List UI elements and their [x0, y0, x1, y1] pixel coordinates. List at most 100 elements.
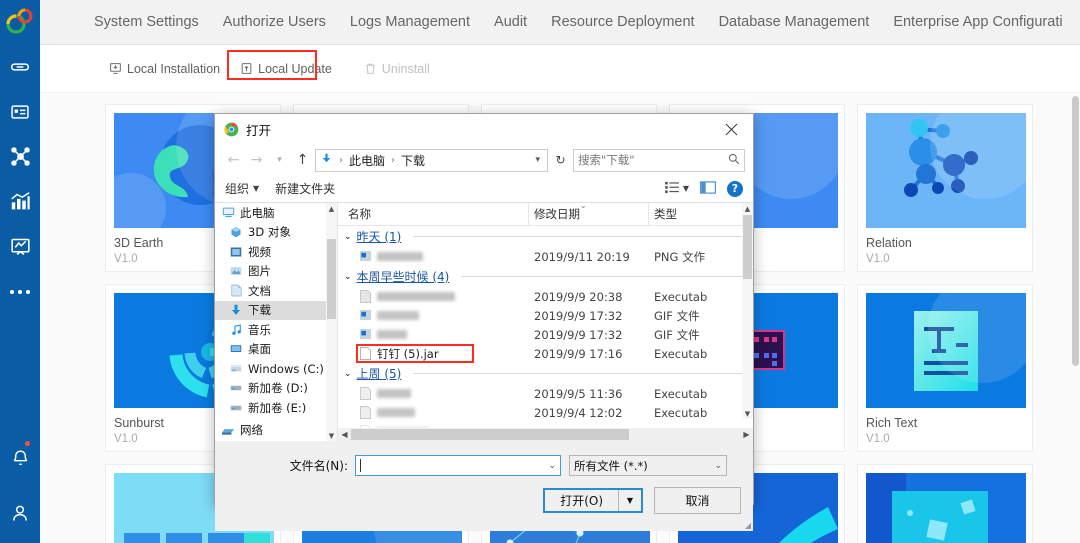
- open-dropdown-icon[interactable]: ▼: [618, 490, 641, 511]
- sidebar-item-cards[interactable]: [0, 89, 40, 134]
- file-name-blurred: [377, 408, 415, 417]
- tree-item-label: Windows (C:): [248, 361, 324, 376]
- tree-item-downloads[interactable]: 下载: [215, 300, 337, 320]
- up-icon[interactable]: ↑: [292, 150, 313, 171]
- file-list-hscrollbar[interactable]: ◀ ▶: [338, 428, 753, 441]
- file-row-selected[interactable]: 钉钉 (5).jar 2019/9/9 17:16 Executab: [338, 344, 753, 363]
- grid-scrollbar[interactable]: [1071, 92, 1080, 543]
- tab-resource-deployment[interactable]: Resource Deployment: [551, 0, 694, 44]
- open-button[interactable]: 打开(O) ▼: [543, 488, 643, 513]
- resize-grip[interactable]: ◢: [745, 521, 751, 530]
- app-card[interactable]: [857, 464, 1033, 543]
- tree-item-documents[interactable]: 文档: [215, 281, 337, 301]
- sidebar-item-dashboard[interactable]: [0, 224, 40, 269]
- local-installation-button[interactable]: Local Installation: [102, 58, 227, 80]
- column-header-date[interactable]: ⌄ 修改日期: [528, 203, 654, 225]
- breadcrumb-root[interactable]: 此电脑: [349, 152, 385, 169]
- file-type-filter-value: 所有文件 (*.*): [574, 458, 648, 473]
- app-card-version: V1.0: [866, 433, 890, 445]
- recent-locations-icon[interactable]: ▾: [269, 150, 290, 171]
- tree-scroll-down-icon[interactable]: ▼: [326, 430, 337, 441]
- file-name-cell: [338, 309, 534, 322]
- help-icon[interactable]: ?: [727, 180, 743, 197]
- tab-enterprise-app-configuration[interactable]: Enterprise App Configurati: [893, 0, 1062, 44]
- tree-item-music[interactable]: 音乐: [215, 320, 337, 340]
- file-row[interactable]: 2019/9/9 20:38 Executab: [338, 287, 753, 306]
- uninstall-button[interactable]: Uninstall: [357, 58, 437, 80]
- tree-item-drive-d[interactable]: 新加卷 (D:): [215, 379, 337, 399]
- tree-scrollbar[interactable]: ▲ ▼: [326, 203, 337, 441]
- tab-system-settings[interactable]: System Settings: [94, 0, 199, 44]
- sidebar-item-network[interactable]: [0, 134, 40, 179]
- file-row[interactable]: 2019/9/5 11:36 Executab: [338, 384, 753, 403]
- tree-scrollbar-thumb[interactable]: [327, 239, 336, 319]
- hscroll-left-icon[interactable]: ◀: [338, 430, 351, 439]
- chevron-down-icon[interactable]: ⌄: [344, 272, 352, 282]
- tree-item-3d-objects[interactable]: 3D 对象: [215, 223, 337, 243]
- file-group-header[interactable]: ⌄ 上周 (5): [338, 363, 753, 384]
- view-mode-button[interactable]: ▼: [664, 181, 689, 196]
- tree-scroll-up-icon[interactable]: ▲: [326, 203, 337, 214]
- new-folder-button[interactable]: 新建文件夹: [275, 180, 335, 197]
- sidebar-item-more[interactable]: [0, 269, 40, 314]
- tree-item-pictures[interactable]: 图片: [215, 262, 337, 282]
- close-icon[interactable]: [709, 114, 753, 145]
- file-group-label: 昨天 (1): [356, 230, 402, 244]
- file-group-header[interactable]: ⌄ 本周早些时候 (4): [338, 266, 753, 287]
- list-scroll-down-icon[interactable]: ▼: [742, 408, 753, 419]
- uninstall-label: Uninstall: [381, 61, 430, 76]
- file-group-header[interactable]: ⌄ 昨天 (1): [338, 226, 753, 247]
- tab-logs-management[interactable]: Logs Management: [350, 0, 470, 44]
- file-row[interactable]: 2019/9/9 17:32 GIF 文件: [338, 325, 753, 344]
- app-card[interactable]: Relation V1.0: [857, 104, 1033, 272]
- app-card[interactable]: Rich Text V1.0: [857, 284, 1033, 452]
- list-scroll-up-icon[interactable]: ▲: [742, 203, 753, 214]
- forward-icon[interactable]: →: [246, 150, 267, 171]
- chevron-down-icon[interactable]: ⌄: [344, 232, 352, 242]
- sidebar-item-notifications[interactable]: [0, 431, 40, 483]
- local-update-button[interactable]: Local Update: [227, 49, 339, 80]
- column-header-type[interactable]: 类型: [648, 203, 714, 225]
- chevron-down-icon[interactable]: ⌄: [714, 461, 722, 471]
- bar-chart-icon: [10, 191, 31, 212]
- app-logo[interactable]: [0, 0, 40, 44]
- sidebar-item-account[interactable]: [0, 483, 40, 543]
- tree-item-drive-e[interactable]: 新加卷 (E:): [215, 398, 337, 418]
- file-row[interactable]: 2019/9/9 17:32 GIF 文件: [338, 306, 753, 325]
- tree-item-network[interactable]: 网络: [215, 421, 337, 441]
- tree-item-desktop[interactable]: 桌面: [215, 340, 337, 360]
- breadcrumb-current[interactable]: 下载: [401, 152, 425, 169]
- tree-item-this-pc[interactable]: 此电脑: [215, 203, 337, 223]
- file-row[interactable]: 2019/9/4 12:02 Executab: [338, 403, 753, 422]
- tab-audit[interactable]: Audit: [494, 0, 527, 44]
- filename-input[interactable]: ⌄: [355, 455, 561, 476]
- hscroll-right-icon[interactable]: ▶: [740, 430, 753, 439]
- chevron-down-icon: ▼: [253, 184, 260, 193]
- file-list-scrollbar[interactable]: ▲ ▼: [742, 203, 753, 419]
- organize-menu[interactable]: 组织 ▼: [225, 180, 259, 197]
- file-row[interactable]: 2019/9/11 20:19 PNG 文作: [338, 247, 753, 266]
- file-type-filter[interactable]: 所有文件 (*.*) ⌄: [569, 455, 727, 476]
- chevron-down-icon[interactable]: ⌄: [548, 461, 556, 471]
- cancel-button[interactable]: 取消: [654, 487, 741, 514]
- group-divider: [461, 276, 745, 277]
- preview-pane-button[interactable]: [700, 180, 716, 197]
- file-list-hscrollbar-thumb[interactable]: [351, 429, 629, 440]
- tree-item-videos[interactable]: 视频: [215, 242, 337, 262]
- search-input[interactable]: 搜索"下载": [573, 148, 745, 172]
- column-header-name[interactable]: 名称: [338, 206, 534, 222]
- file-date-cell: 2019/9/11 20:19: [534, 249, 630, 264]
- grid-scrollbar-thumb[interactable]: [1072, 96, 1079, 366]
- tab-database-management[interactable]: Database Management: [719, 0, 870, 44]
- file-list-scrollbar-thumb[interactable]: [743, 215, 752, 279]
- refresh-icon[interactable]: ↻: [550, 150, 571, 171]
- tree-item-drive-c[interactable]: Windows (C:): [215, 359, 337, 379]
- sidebar-item-analytics[interactable]: [0, 179, 40, 224]
- tab-authorize-users[interactable]: Authorize Users: [223, 0, 326, 44]
- chevron-down-icon[interactable]: ⌄: [344, 369, 352, 379]
- breadcrumb-chevron-down-icon[interactable]: ▾: [535, 155, 543, 165]
- back-icon[interactable]: ←: [223, 150, 244, 171]
- breadcrumb[interactable]: › 此电脑 › 下载 ▾: [315, 148, 548, 172]
- sidebar-item-link[interactable]: [0, 44, 40, 89]
- drive-e-icon: [229, 401, 243, 415]
